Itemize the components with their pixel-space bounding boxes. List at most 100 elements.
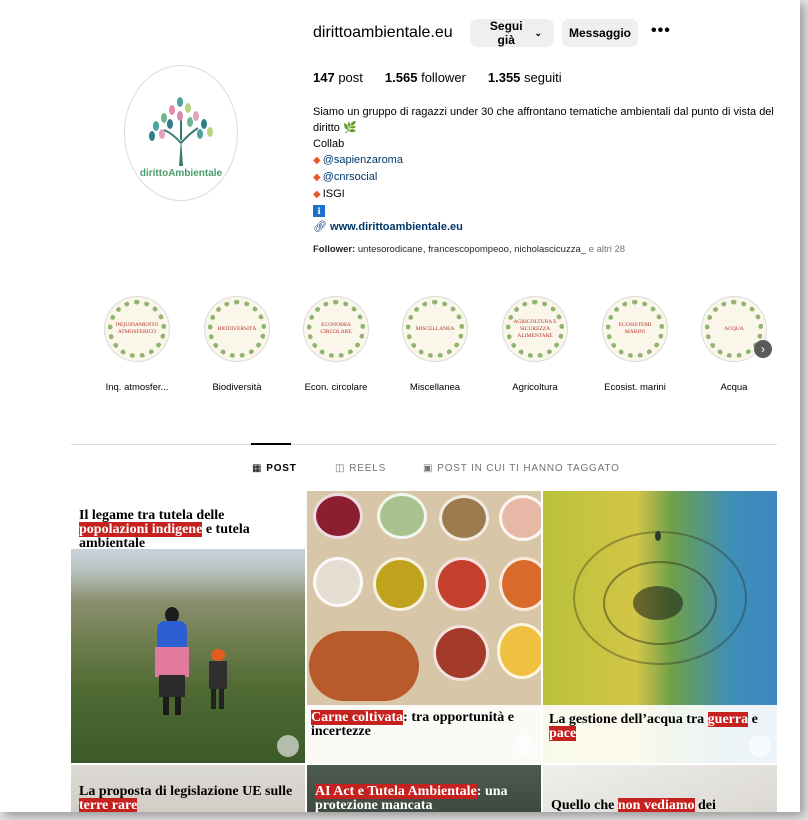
- more-options-icon[interactable]: •••: [651, 22, 671, 40]
- chevron-right-icon[interactable]: ›: [754, 340, 772, 358]
- followers-count: 1.565: [384, 70, 418, 85]
- profile-bio: Siamo un gruppo di ragazzi under 30 che …: [313, 104, 783, 235]
- following-stat[interactable]: 1.355 seguiti: [488, 70, 562, 85]
- tab-posts[interactable]: ▦ POST: [252, 463, 297, 474]
- info-icon: ℹ: [313, 205, 325, 217]
- post-thumbnail[interactable]: Carne coltivata: tra opportunità e incer…: [307, 491, 541, 763]
- post-thumbnail[interactable]: La gestione dell’acqua tra guerra e pace: [543, 491, 777, 763]
- highlight-cover-text: MISCELLANEA: [415, 325, 455, 332]
- website-link[interactable]: www.dirittoambientale.eu: [330, 221, 463, 233]
- orange-diamond-icon: ◆: [313, 155, 321, 166]
- highlight-inquinamento[interactable]: INQUINAMENTO ATMOSFERICO Inq. atmosfer..…: [92, 296, 182, 393]
- post-title: Quello che non vediamo dei: [551, 798, 771, 813]
- highlight-cover: AGRICOLTURA E SICUREZZA ALIMENTARE: [502, 296, 568, 362]
- post-title-text: La proposta di legislazione UE sulle: [79, 784, 293, 799]
- message-button[interactable]: Messaggio: [562, 19, 638, 47]
- post-thumbnail[interactable]: Il legame tra tutela delle popolazioni i…: [71, 491, 305, 763]
- post-title: Carne coltivata: tra opportunità e incer…: [311, 710, 539, 739]
- tab-reels[interactable]: ◫ REELS: [335, 463, 386, 474]
- tab-posts-label: POST: [266, 463, 297, 474]
- bio-mention-3: ◆ ISGI: [313, 186, 783, 203]
- posts-count: 147: [313, 70, 335, 85]
- post-title-highlight: popolazioni indigene: [79, 522, 203, 537]
- active-tab-indicator: [251, 443, 291, 445]
- bowl-image: [499, 557, 541, 611]
- highlight-cover: ECONOMIA CIRCOLARE: [303, 296, 369, 362]
- post-title-highlight: AI Act e Tutela Ambientale: [315, 784, 477, 799]
- highlight-cover: MISCELLANEA: [402, 296, 468, 362]
- posts-stat: 147 post: [313, 70, 363, 85]
- link-icon: 🔗︎: [313, 221, 327, 233]
- leaf-emoji-icon: 🌿: [342, 122, 357, 134]
- post-thumbnail[interactable]: AI Act e Tutela Ambientale: una protezio…: [307, 765, 541, 812]
- post-logo-icon: [749, 735, 771, 757]
- highlight-economia[interactable]: ECONOMIA CIRCOLARE Econ. circolare: [291, 296, 381, 393]
- mention-cnrsocial[interactable]: @cnrsocial: [323, 171, 378, 183]
- post-logo-icon: [277, 735, 299, 757]
- tab-tagged[interactable]: ▣ POST IN CUI TI HANNO TAGGATO: [423, 463, 620, 474]
- highlight-biodiversita[interactable]: BIODIVERSITÀ Biodiversità: [192, 296, 282, 393]
- following-count: 1.355: [487, 70, 521, 85]
- highlight-cover-text: AGRICOLTURA E SICUREZZA ALIMENTARE: [513, 318, 557, 339]
- bio-line-1: Siamo un gruppo di ragazzi under 30 che …: [313, 106, 774, 118]
- following-label: Segui già: [489, 19, 523, 47]
- post-title: AI Act e Tutela Ambientale: una protezio…: [315, 784, 535, 812]
- highlight-caption: Econ. circolare: [304, 382, 368, 393]
- followed-by-suffix: e altri 28: [588, 244, 626, 255]
- followers-label: follower: [421, 70, 466, 85]
- following-button[interactable]: Segui già ⌄: [470, 19, 554, 47]
- highlight-cover: ECOSISTEMI MARINI: [602, 296, 668, 362]
- profile-avatar[interactable]: dirittoAmbientale: [124, 65, 238, 201]
- highlight-cover-text: ACQUA: [724, 325, 744, 332]
- bowl-image: [313, 493, 363, 539]
- bio-mention-2[interactable]: ◆ @cnrsocial: [313, 169, 783, 186]
- highlight-caption: Inq. atmosfer...: [105, 382, 169, 393]
- mention-sapienzaroma[interactable]: @sapienzaroma: [323, 154, 403, 166]
- highlight-cover: INQUINAMENTO ATMOSFERICO: [104, 296, 170, 362]
- isgi-text: ISGI: [322, 188, 345, 200]
- profile-stats: 147 post 1.565 follower 1.355 seguiti: [313, 70, 562, 85]
- water-drop-image: [655, 531, 661, 541]
- posts-label: post: [338, 70, 363, 85]
- highlight-miscellanea[interactable]: MISCELLANEA Miscellanea: [390, 296, 480, 393]
- post-title-highlight: terre rare: [79, 798, 138, 812]
- highlight-cover-text: ECOSISTEMI MARINI: [618, 322, 652, 335]
- highlight-cover-text: ECONOMIA CIRCOLARE: [320, 322, 352, 335]
- followers-stat[interactable]: 1.565 follower: [385, 70, 466, 85]
- highlight-cover-text: BIODIVERSITÀ: [217, 325, 257, 332]
- highlight-caption: Acqua: [720, 382, 748, 393]
- highlight-ecosistemi[interactable]: ECOSISTEMI MARINI Ecosist. marini: [590, 296, 680, 393]
- highlight-caption: Biodiversità: [212, 382, 262, 393]
- bowl-image: [313, 557, 363, 607]
- avatar-brand-text: dirittoAmbientale: [139, 167, 223, 179]
- bio-website-line[interactable]: 🔗︎ www.dirittoambientale.eu: [313, 219, 783, 235]
- tagged-icon: ▣: [423, 463, 434, 474]
- highlight-caption: Miscellanea: [409, 382, 461, 393]
- bowl-image: [373, 557, 427, 611]
- bio-line-3: Collab: [313, 138, 345, 150]
- tabs-divider: [71, 444, 777, 445]
- story-highlights: INQUINAMENTO ATMOSFERICO Inq. atmosfer..…: [100, 296, 780, 406]
- bio-line-2: diritto 🌿: [313, 120, 783, 136]
- post-title-text: e: [751, 712, 758, 727]
- post-thumbnail[interactable]: La proposta di legislazione UE sulle ter…: [71, 765, 305, 812]
- bowl-image: [497, 623, 541, 679]
- post-title-text: Il legame tra tutela delle: [79, 508, 225, 523]
- post-thumbnail[interactable]: Quello che non vediamo dei: [543, 765, 777, 812]
- followed-by-line[interactable]: Follower: untesorodicane, francescopompe…: [313, 244, 625, 255]
- post-title: Il legame tra tutela delle popolazioni i…: [79, 509, 299, 551]
- message-label: Messaggio: [569, 26, 632, 40]
- child-figure: [207, 649, 227, 715]
- followed-by-names: untesorodicane, francescopompeoo, nichol…: [357, 244, 587, 255]
- highlight-cover-text: INQUINAMENTO ATMOSFERICO: [115, 322, 159, 335]
- post-title-highlight: non vediamo: [617, 798, 695, 812]
- profile-username: dirittoambientale.eu: [313, 24, 453, 41]
- highlight-agricoltura[interactable]: AGRICOLTURA E SICUREZZA ALIMENTARE Agric…: [490, 296, 580, 393]
- bowl-image: [435, 557, 489, 611]
- post-title-text: dei: [698, 798, 716, 813]
- orange-diamond-icon: ◆: [313, 172, 321, 183]
- tab-reels-label: REELS: [349, 463, 387, 474]
- bowl-image: [439, 495, 489, 541]
- post-title-highlight: pace: [549, 726, 577, 741]
- bio-mention-1[interactable]: ◆ @sapienzaroma: [313, 152, 783, 169]
